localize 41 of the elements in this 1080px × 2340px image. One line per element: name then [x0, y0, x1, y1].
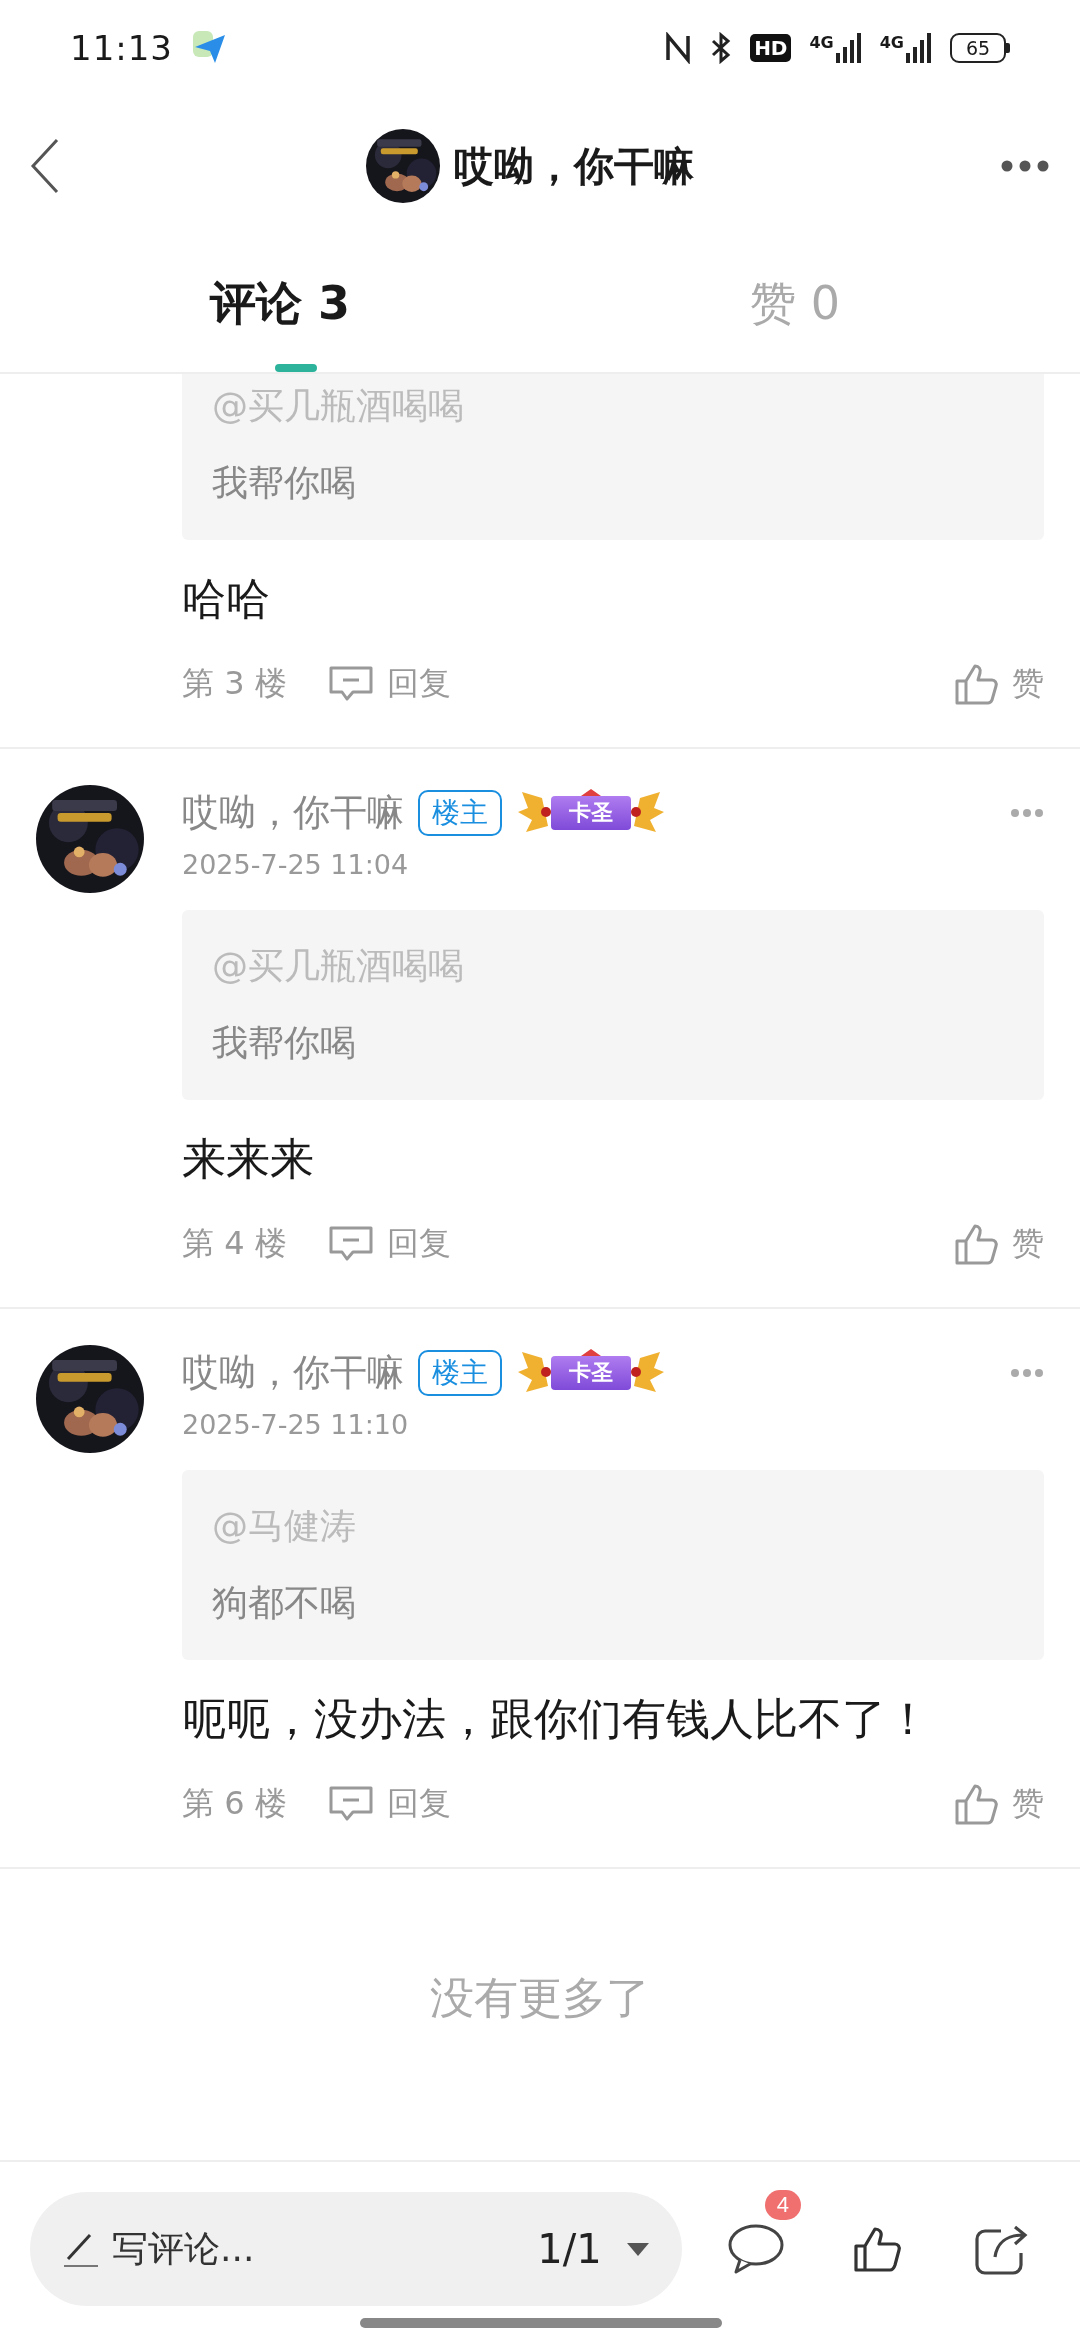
nfc-icon [664, 32, 693, 64]
quoted-text: 我帮你喝 [212, 461, 357, 505]
like-button[interactable]: 赞 [954, 1781, 1044, 1827]
rank-badge: 卡圣 [516, 1348, 666, 1398]
like-button[interactable]: 赞 [954, 661, 1044, 707]
reply-button[interactable]: 回复 [326, 1222, 451, 1266]
host-tag: 楼主 [418, 790, 502, 836]
reply-button[interactable]: 回复 [326, 1782, 451, 1826]
like-button[interactable]: 赞 [954, 1221, 1044, 1267]
comment-text: 哈哈 [182, 572, 271, 626]
hd-icon: HD [750, 34, 792, 62]
floor-number: 第 4 楼 [182, 1223, 287, 1264]
thumbs-up-icon [853, 2224, 904, 2274]
comments-button[interactable]: 4 [706, 2192, 805, 2306]
dropdown-icon [625, 2241, 650, 2257]
comment-field[interactable]: 写评论... 1/1 [30, 2192, 682, 2306]
quoted-text: 我帮你喝 [212, 1021, 357, 1065]
rank-badge: 卡圣 [516, 788, 666, 838]
reply-button[interactable]: 回复 [326, 662, 451, 706]
page-indicator[interactable]: 1/1 [537, 2226, 650, 2272]
host-tag: 楼主 [418, 1350, 502, 1396]
quoted-text: 狗都不喝 [212, 1581, 357, 1625]
comment-text: 呃呃，没办法，跟你们有钱人比不了！ [182, 1692, 931, 1746]
tab[interactable]: 赞 0 [525, 236, 1080, 372]
status-time: 11:13 [70, 28, 173, 68]
quoted-user[interactable]: @买几瓶酒喝喝 [212, 382, 1014, 431]
floor-number: 第 6 楼 [182, 1783, 287, 1824]
more-icon[interactable] [1000, 159, 1050, 173]
comment-text: 来来来 [182, 1132, 315, 1186]
end-note: 没有更多了 [429, 1971, 651, 2025]
quoted-user[interactable]: @买几瓶酒喝喝 [212, 942, 1014, 991]
quoted-user[interactable]: @马健涛 [212, 1502, 1014, 1551]
back-icon[interactable] [30, 138, 60, 194]
author-name[interactable]: 哎呦，你干嘛 [182, 1348, 404, 1398]
floor-number: 第 3 楼 [182, 663, 287, 704]
tab[interactable]: 评论 3 [0, 236, 525, 372]
comment-time: 2025-7-25 11:04 [182, 849, 410, 880]
bluetooth-icon [710, 32, 733, 64]
page-title: 哎呦，你干嘛 [454, 141, 694, 191]
author-name[interactable]: 哎呦，你干嘛 [182, 788, 404, 838]
comment-time: 2025-7-25 11:10 [182, 1409, 410, 1440]
